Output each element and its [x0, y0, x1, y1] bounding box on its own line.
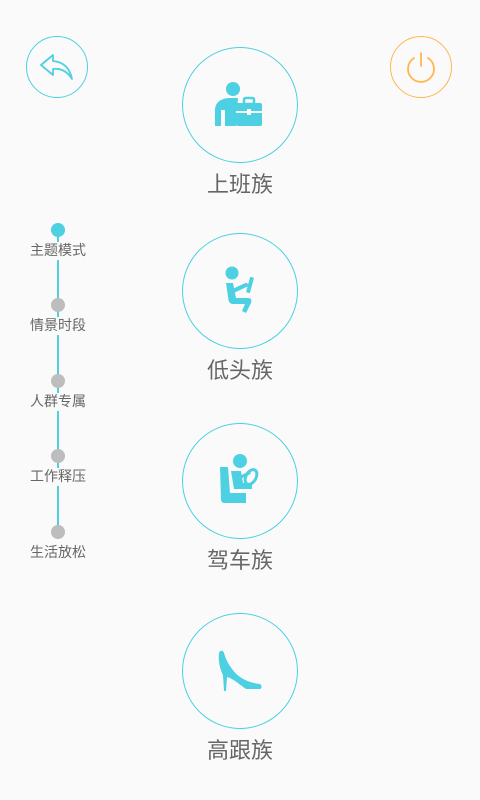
category-driver[interactable]: 驾车族: [182, 423, 298, 574]
category-circle[interactable]: [182, 233, 298, 349]
timeline-label: 工作释压: [0, 468, 116, 486]
timeline-dot: [51, 525, 65, 539]
timeline-label: 主题模式: [0, 242, 116, 260]
category-label: 驾车族: [206, 549, 273, 574]
category-phone-user[interactable]: 低头族: [182, 233, 298, 384]
category-circle[interactable]: [182, 47, 298, 163]
office-worker-icon: [215, 82, 262, 126]
category-circle[interactable]: [182, 423, 298, 539]
category-label: 上班族: [206, 173, 273, 198]
timeline-label: 生活放松: [0, 544, 116, 562]
category-label: 高跟族: [206, 739, 273, 764]
high-heel-icon: [218, 650, 262, 691]
category-label: 低头族: [206, 359, 273, 384]
driver-icon: [220, 454, 259, 503]
phone-user-icon: [225, 266, 254, 313]
timeline-label: 人群专属: [0, 393, 116, 411]
power-button[interactable]: [390, 36, 452, 98]
timeline-dot: [51, 298, 65, 312]
timeline-label: 情景时段: [0, 317, 116, 335]
power-icon: [407, 52, 435, 83]
category-circle[interactable]: [182, 613, 298, 729]
timeline-dot: [51, 374, 65, 388]
category-high-heel[interactable]: 高跟族: [182, 613, 298, 764]
theme-timeline: 主题模式 情景时段 人群专属 工作释压 生活放松: [0, 0, 116, 800]
category-office-worker[interactable]: 上班族: [182, 47, 298, 198]
timeline-dot-active: [51, 223, 65, 237]
timeline-dot: [51, 449, 65, 463]
